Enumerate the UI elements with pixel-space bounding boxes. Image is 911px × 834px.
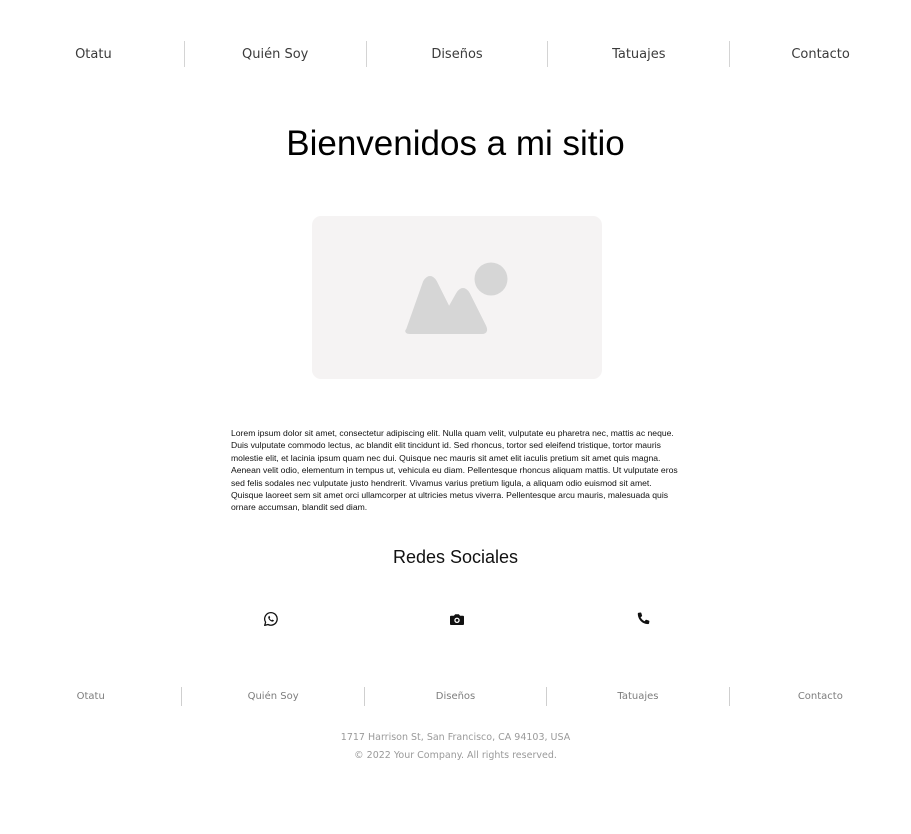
footer-nav-item-quien-soy[interactable]: Quién Soy xyxy=(181,687,363,706)
footer-nav: Otatu Quién Soy Diseños Tatuajes Contact… xyxy=(0,687,911,706)
phone-icon[interactable] xyxy=(635,611,651,627)
footer-address: 1717 Harrison St, San Francisco, CA 9410… xyxy=(340,732,571,743)
camera-icon[interactable] xyxy=(449,611,465,627)
footer-nav-item-tatuajes[interactable]: Tatuajes xyxy=(546,687,728,706)
footer-copyright: © 2022 Your Company. All rights reserved… xyxy=(354,750,557,761)
hero-image-placeholder xyxy=(312,216,602,379)
image-placeholder-icon xyxy=(405,262,508,334)
intro-paragraph: Lorem ipsum dolor sit amet, consectetur … xyxy=(231,428,678,513)
whatsapp-icon[interactable] xyxy=(263,611,279,627)
nav-item-tatuajes[interactable]: Tatuajes xyxy=(547,41,729,67)
page-title: Bienvenidos a mi sitio xyxy=(286,124,625,163)
footer-nav-item-otatu[interactable]: Otatu xyxy=(0,687,181,706)
social-section-title: Redes Sociales xyxy=(392,547,519,567)
footer-nav-item-disenos[interactable]: Diseños xyxy=(363,687,546,706)
top-nav: Otatu Quién Soy Diseños Tatuajes Contact… xyxy=(3,41,911,67)
nav-item-otatu[interactable]: Otatu xyxy=(3,41,184,67)
nav-item-disenos[interactable]: Diseños xyxy=(365,41,548,67)
nav-item-quien-soy[interactable]: Quién Soy xyxy=(183,41,366,67)
nav-item-contacto[interactable]: Contacto xyxy=(729,41,911,67)
footer-nav-item-contacto[interactable]: Contacto xyxy=(728,687,911,706)
